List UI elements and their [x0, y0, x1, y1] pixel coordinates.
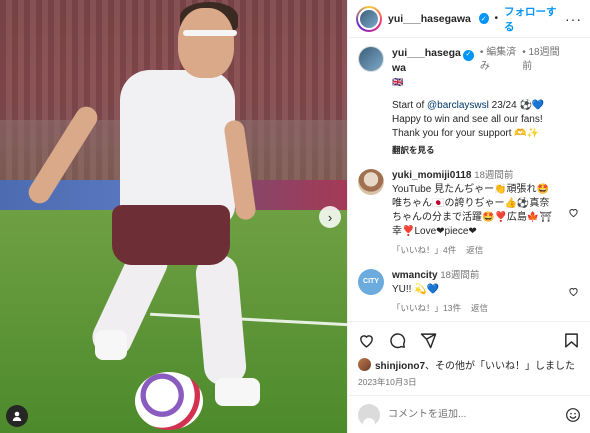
post-side-panel: yui___hasegawa ✓ • フォローする ··· yui___hase…	[347, 0, 590, 433]
comment-body: wmancity 18週間前 YU!! 💫💙 「いいね！」13件 返信	[392, 269, 558, 315]
player-headband	[183, 30, 237, 36]
liker-avatar[interactable]	[358, 358, 371, 371]
comment-username[interactable]: yuki_momiji0118	[392, 170, 472, 181]
likes-others-link[interactable]: 、その他が「いいね！」しました	[425, 361, 575, 372]
more-options-button[interactable]: ···	[565, 11, 582, 27]
caption-line3: Thank you for your support 🫶✨	[392, 127, 540, 139]
player-boot-right	[215, 378, 260, 406]
liker-username[interactable]: shinjiono7	[375, 361, 425, 372]
comment-body: yuki_momiji0118 18週間前 YouTube 見たんぢゃー👏頑張れ…	[392, 169, 558, 257]
caption-line2: Happy to win and see all our fans!	[392, 113, 543, 125]
add-comment-bar	[348, 395, 590, 433]
tagged-users-button[interactable]	[6, 405, 28, 427]
header-separator: •	[494, 13, 499, 24]
mention-link[interactable]: @barclayswsl	[427, 100, 489, 111]
comment-input[interactable]	[388, 409, 557, 420]
comment-avatar[interactable]	[358, 168, 384, 195]
caption-username-wrap[interactable]: wa	[392, 61, 474, 75]
verified-icon: ✓	[478, 13, 489, 24]
player-shorts	[112, 205, 230, 265]
like-icon[interactable]	[358, 332, 375, 349]
reply-button[interactable]: 返信	[471, 301, 488, 315]
liked-by-text-wrap: shinjiono7、その他が「いいね！」しました	[375, 357, 575, 372]
comment-item: yuki_momiji0118 18週間前 YouTube 見たんぢゃー👏頑張れ…	[358, 168, 580, 257]
caption-username-block: yui___hasega ✓ wa	[392, 46, 474, 75]
comment-icon[interactable]	[389, 332, 406, 349]
caption-username[interactable]: yui___hasega ✓	[392, 46, 474, 61]
caption-block: yui___hasega ✓ wa • 編集済 み • 18週間 前 🇬🇧	[358, 46, 580, 89]
comment-like-button[interactable]	[566, 169, 580, 257]
comment-like-button[interactable]	[566, 269, 580, 315]
post-header: yui___hasegawa ✓ • フォローする ···	[348, 0, 590, 38]
comment-text: YU!! 💫💙	[392, 283, 440, 295]
post-photo[interactable]: ›	[0, 0, 347, 433]
comment-actions: 「いいね！」13件 返信	[392, 301, 558, 315]
caption-text: Start of @barclayswsl 23/24 ⚽️💙 Happy to…	[392, 99, 580, 157]
comment-actions: 「いいね！」4件 返信	[392, 243, 558, 257]
player-head	[178, 8, 234, 78]
verified-icon: ✓	[462, 49, 474, 61]
share-icon[interactable]	[420, 332, 437, 349]
caption-line1-end: 23/24 ⚽️💙	[488, 99, 545, 111]
author-username[interactable]: yui___hasegawa	[388, 13, 471, 25]
comment-likes-count[interactable]: 「いいね！」4件	[392, 243, 456, 257]
follow-button[interactable]: フォローする	[504, 4, 559, 34]
liked-by-line: shinjiono7、その他が「いいね！」しました	[358, 357, 580, 372]
emoji-icon[interactable]	[565, 407, 581, 423]
comments-scroll-area[interactable]: yui___hasega ✓ wa • 編集済 み • 18週間 前 🇬🇧 St…	[348, 38, 590, 321]
caption-edited: • 編集済 み	[479, 47, 517, 72]
player-torso	[120, 70, 235, 225]
caption-line1-start: Start of	[392, 99, 428, 111]
comment-text: YouTube 見たんぢゃー👏頑張れ🤩唯ちゃん🇯🇵の誇りぢゃー👍⚽️真奈ちゃんの…	[392, 183, 553, 237]
next-icon: ›	[327, 209, 333, 225]
caption-header: yui___hasega ✓ wa • 編集済 み • 18週間 前 🇬🇧	[392, 46, 560, 89]
instagram-post-view: › yui___hasegawa ✓ • フォローする ··· yui___ha…	[0, 0, 590, 433]
next-image-button[interactable]: ›	[319, 206, 341, 228]
current-user-avatar	[358, 403, 380, 426]
caption-avatar[interactable]	[358, 46, 384, 72]
reply-button[interactable]: 返信	[466, 243, 483, 257]
like-icon	[568, 288, 578, 297]
tag-icon	[12, 411, 22, 421]
author-avatar[interactable]	[356, 5, 382, 32]
action-icons-row	[358, 328, 580, 352]
like-icon	[568, 209, 578, 218]
football	[135, 372, 203, 430]
comment-likes-count[interactable]: 「いいね！」13件	[392, 301, 461, 315]
comment-username[interactable]: wmancity	[392, 270, 438, 281]
comment-time: 18週間前	[440, 269, 480, 281]
post-date[interactable]: 2023年10月3日	[358, 376, 580, 388]
uk-flag-icon: 🇬🇧	[392, 76, 404, 87]
comment-avatar[interactable]: CITY	[358, 268, 384, 295]
caption-time: • 18週間 前	[522, 47, 560, 72]
save-icon[interactable]	[563, 332, 580, 349]
comment-time: 18週間前	[474, 169, 514, 181]
comment-item: CITY wmancity 18週間前 YU!! 💫💙 「いいね！」13件 返信	[358, 268, 580, 315]
translate-link[interactable]: 翻訳を見る	[392, 143, 580, 157]
player-boot-left	[95, 330, 127, 360]
